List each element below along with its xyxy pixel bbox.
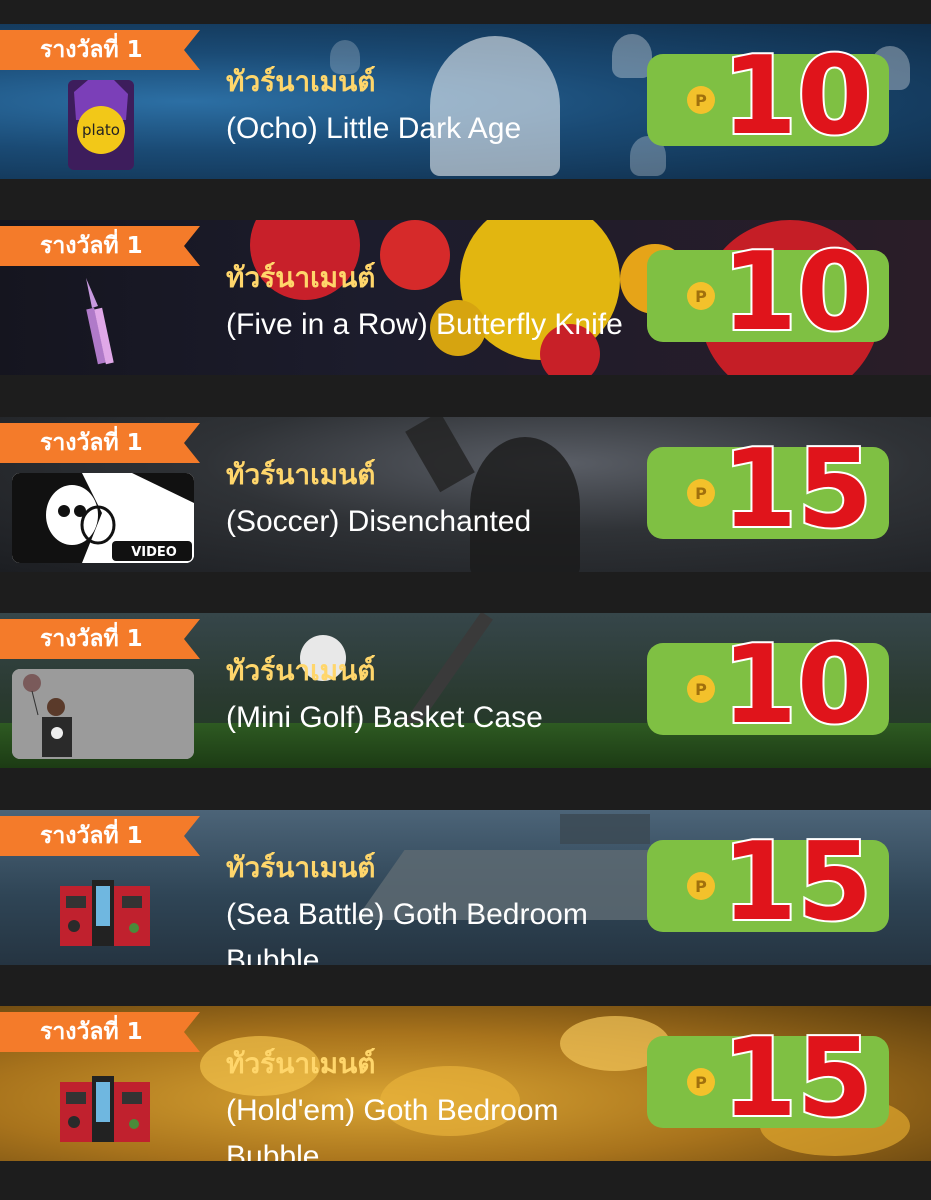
game-title: (Soccer) Disenchanted <box>226 505 532 538</box>
goth-bedroom-icon <box>60 880 150 946</box>
rank-ribbon: รางวัลที่ 1 <box>0 226 200 266</box>
points-badge[interactable]: P 10 <box>647 228 889 357</box>
reward-thumbnail: VIDEO <box>12 473 194 563</box>
points-value: 10 <box>720 32 874 161</box>
reward-card[interactable]: รางวัลที่ 1 ทัวร์นาเมนต์ (Mini Golf) Bas… <box>0 613 931 768</box>
reward-card[interactable]: รางวัลที่ 1 ทัวร์นาเมนต์ (Hold'em) Goth … <box>0 1006 931 1161</box>
plato-icon: plato <box>68 80 134 170</box>
points-value: 10 <box>720 228 874 357</box>
tournament-label: ทัวร์นาเมนต์ <box>226 261 376 294</box>
tournament-label: ทัวร์นาเมนต์ <box>226 458 376 491</box>
rank-ribbon: รางวัลที่ 1 <box>0 1012 200 1052</box>
game-title: (Hold'em) Goth Bedroom Bubble <box>226 1094 559 1161</box>
game-title: (Mini Golf) Basket Case <box>226 701 543 734</box>
reward-card[interactable]: รางวัลที่ 1 VIDEO ทัวร์นาเมนต์ (Soccer) … <box>0 417 931 572</box>
skull-icon: VIDEO <box>12 473 194 563</box>
ghost-decoration <box>612 34 652 78</box>
rank-ribbon: รางวัลที่ 1 <box>0 30 200 70</box>
star-coin-decoration <box>380 220 450 290</box>
tournament-label: ทัวร์นาเมนต์ <box>226 654 376 687</box>
reward-thumbnail <box>68 276 134 366</box>
butterfly-knife-icon <box>86 278 114 365</box>
plato-label: plato <box>82 121 120 139</box>
rank-ribbon: รางวัลที่ 1 <box>0 816 200 856</box>
reward-thumbnail <box>12 669 194 759</box>
points-badge[interactable]: P 15 <box>647 425 889 554</box>
reward-thumbnail <box>60 876 150 948</box>
points-badge[interactable]: P 10 <box>647 32 889 161</box>
reward-card[interactable]: รางวัลที่ 1 ทัวร์นาเมนต์ (Sea Battle) Go… <box>0 810 931 965</box>
tournament-label: ทัวร์นาเมนต์ <box>226 1047 376 1080</box>
reward-thumbnail <box>60 1072 150 1144</box>
tournament-label: ทัวร์นาเมนต์ <box>226 851 376 884</box>
points-value: 15 <box>720 425 874 554</box>
points-value: 15 <box>720 1014 874 1143</box>
points-badge[interactable]: P 10 <box>647 621 889 750</box>
tournament-label: ทัวร์นาเมนต์ <box>226 65 376 98</box>
points-value: 15 <box>720 818 874 947</box>
warship-decoration <box>560 814 650 844</box>
rank-ribbon: รางวัลที่ 1 <box>0 423 200 463</box>
goth-bedroom-icon <box>60 1076 150 1142</box>
points-badge[interactable]: P 15 <box>647 818 889 947</box>
game-title: (Ocho) Little Dark Age <box>226 112 522 145</box>
points-badge[interactable]: P 15 <box>647 1014 889 1143</box>
game-title: (Five in a Row) Butterfly Knife <box>226 308 623 341</box>
rank-ribbon: รางวัลที่ 1 <box>0 619 200 659</box>
reward-card[interactable]: รางวัลที่ 1 plato ทัวร์นาเมนต์ (Ocho) Li… <box>0 24 931 179</box>
game-title: (Sea Battle) Goth Bedroom Bubble <box>226 898 588 965</box>
reward-card[interactable]: รางวัลที่ 1 ทัวร์นาเมนต์ (Five in a Row)… <box>0 220 931 375</box>
reward-thumbnail: plato <box>68 80 134 170</box>
points-value: 10 <box>720 621 874 750</box>
avatar-icon <box>12 669 194 759</box>
video-label: VIDEO <box>131 545 177 560</box>
